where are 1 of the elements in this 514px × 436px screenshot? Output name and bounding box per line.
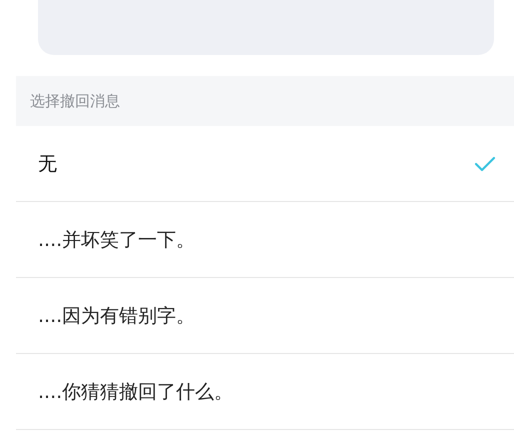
section-title: 选择撤回消息 bbox=[30, 92, 120, 110]
